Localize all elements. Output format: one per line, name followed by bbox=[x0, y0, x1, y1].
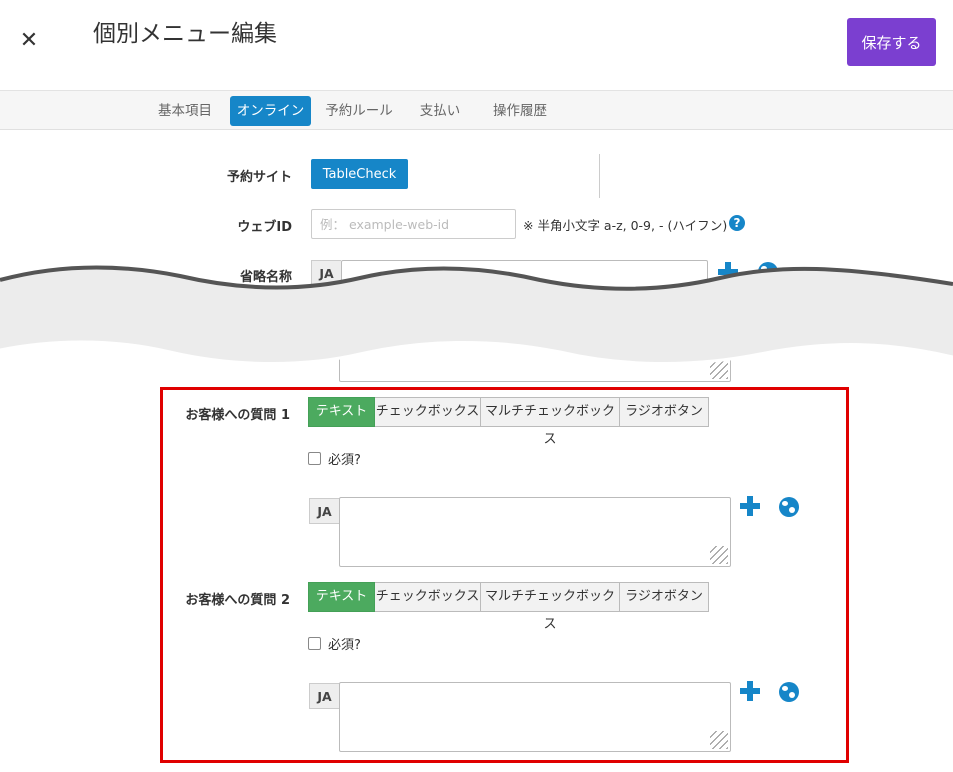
required-label: 必須? bbox=[328, 453, 361, 468]
page-title: 個別メニュー編集 bbox=[93, 21, 277, 47]
plus-icon[interactable] bbox=[740, 496, 760, 516]
question-1-textarea[interactable] bbox=[339, 497, 731, 567]
help-icon[interactable]: ? bbox=[729, 215, 745, 231]
close-icon[interactable]: ✕ bbox=[18, 30, 40, 52]
tab-online[interactable]: オンライン bbox=[230, 96, 311, 126]
type-text-button[interactable]: テキスト bbox=[308, 397, 375, 427]
globe-icon[interactable] bbox=[779, 497, 799, 517]
type-checkbox-button[interactable]: チェックボックス bbox=[375, 397, 481, 427]
question-2-textarea[interactable] bbox=[339, 682, 731, 752]
torn-page-divider bbox=[0, 265, 953, 366]
type-multi-checkbox-button[interactable]: マルチチェックボックス bbox=[481, 397, 620, 447]
tab-payment[interactable]: 支払い bbox=[410, 96, 470, 126]
question-1-label: お客様への質問 1 bbox=[185, 408, 290, 423]
lang-tag: JA bbox=[309, 683, 339, 709]
resize-grip-icon[interactable] bbox=[710, 731, 728, 749]
type-checkbox-button[interactable]: チェックボックス bbox=[375, 582, 481, 612]
required-checkbox[interactable] bbox=[308, 637, 321, 650]
type-multi-checkbox-button[interactable]: マルチチェックボックス bbox=[481, 582, 620, 632]
site-tablecheck-button[interactable]: TableCheck bbox=[311, 159, 408, 189]
type-radio-button[interactable]: ラジオボタン bbox=[620, 397, 709, 427]
header: ✕ 個別メニュー編集 保存する bbox=[0, 0, 953, 90]
webid-hint: ※ 半角小文字 a-z, 0-9, - (ハイフン) bbox=[523, 218, 728, 233]
tab-rules[interactable]: 予約ルール bbox=[321, 96, 397, 126]
tab-bar: 基本項目 オンライン 予約ルール 支払い 操作履歴 bbox=[0, 90, 953, 130]
webid-input[interactable] bbox=[311, 209, 516, 239]
site-label: 予約サイト bbox=[226, 170, 292, 185]
required-label: 必須? bbox=[328, 638, 361, 653]
tab-history[interactable]: 操作履歴 bbox=[483, 96, 557, 126]
question-2-type-selector: テキスト チェックボックス マルチチェックボックス ラジオボタン bbox=[308, 582, 709, 632]
required-checkbox[interactable] bbox=[308, 452, 321, 465]
webid-label: ウェブID bbox=[237, 220, 292, 235]
lang-tag: JA bbox=[309, 498, 339, 524]
type-text-button[interactable]: テキスト bbox=[308, 582, 375, 612]
question-1-type-selector: テキスト チェックボックス マルチチェックボックス ラジオボタン bbox=[308, 397, 709, 447]
divider bbox=[599, 154, 600, 198]
globe-icon[interactable] bbox=[779, 682, 799, 702]
question-2-label: お客様への質問 2 bbox=[185, 593, 290, 608]
type-radio-button[interactable]: ラジオボタン bbox=[620, 582, 709, 612]
tab-basic[interactable]: 基本項目 bbox=[148, 96, 222, 126]
resize-grip-icon[interactable] bbox=[710, 546, 728, 564]
save-button[interactable]: 保存する bbox=[847, 18, 936, 66]
plus-icon[interactable] bbox=[740, 681, 760, 701]
